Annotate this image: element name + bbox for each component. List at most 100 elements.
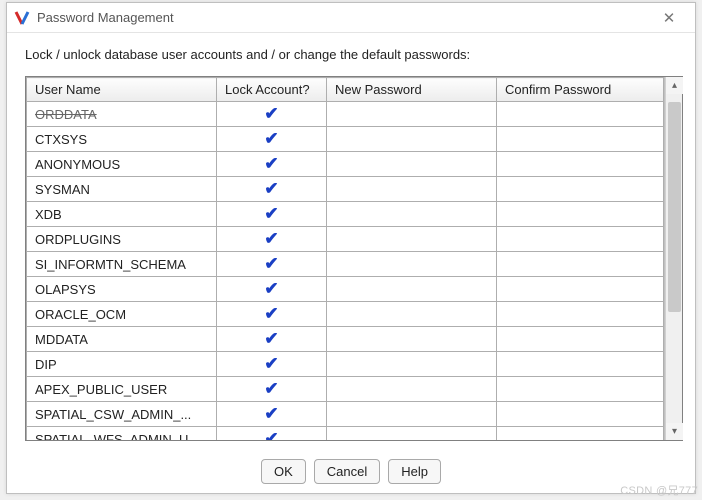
- cell-username[interactable]: SYSMAN: [27, 177, 217, 202]
- cell-username[interactable]: MDDATA: [27, 327, 217, 352]
- check-icon: ✔: [264, 107, 278, 121]
- arrow-down-icon: ▾: [672, 426, 677, 437]
- cell-username[interactable]: OLAPSYS: [27, 277, 217, 302]
- cell-confirm-password[interactable]: [497, 352, 664, 377]
- cell-lock[interactable]: ✔: [217, 402, 327, 427]
- cell-confirm-password[interactable]: [497, 177, 664, 202]
- col-newpw[interactable]: New Password: [327, 78, 497, 102]
- cell-confirm-password[interactable]: [497, 102, 664, 127]
- check-icon: ✔: [264, 332, 278, 346]
- cell-username[interactable]: ORDPLUGINS: [27, 227, 217, 252]
- check-icon: ✔: [264, 407, 278, 421]
- cell-new-password[interactable]: [327, 427, 497, 441]
- cell-new-password[interactable]: [327, 127, 497, 152]
- ok-button[interactable]: OK: [261, 459, 306, 484]
- cell-lock[interactable]: ✔: [217, 352, 327, 377]
- cell-lock[interactable]: ✔: [217, 152, 327, 177]
- cell-new-password[interactable]: [327, 302, 497, 327]
- titlebar[interactable]: Password Management ✕: [7, 3, 695, 33]
- instruction-text: Lock / unlock database user accounts and…: [7, 33, 695, 72]
- cell-username[interactable]: DIP: [27, 352, 217, 377]
- cell-new-password[interactable]: [327, 377, 497, 402]
- cell-new-password[interactable]: [327, 352, 497, 377]
- cell-confirm-password[interactable]: [497, 202, 664, 227]
- check-icon: ✔: [264, 357, 278, 371]
- table-row[interactable]: DIP ✔: [27, 352, 664, 377]
- cell-lock[interactable]: ✔: [217, 127, 327, 152]
- cell-username[interactable]: ORACLE_OCM: [27, 302, 217, 327]
- accounts-table-wrap: User Name Lock Account? New Password Con…: [25, 76, 683, 441]
- cell-new-password[interactable]: [327, 402, 497, 427]
- cell-username[interactable]: SI_INFORMTN_SCHEMA: [27, 252, 217, 277]
- check-icon: ✔: [264, 307, 278, 321]
- close-button[interactable]: ✕: [649, 4, 689, 32]
- cell-lock[interactable]: ✔: [217, 277, 327, 302]
- cell-username[interactable]: ORDDATA: [27, 102, 217, 127]
- cell-lock[interactable]: ✔: [217, 327, 327, 352]
- cell-confirm-password[interactable]: [497, 277, 664, 302]
- cell-lock[interactable]: ✔: [217, 377, 327, 402]
- cell-username[interactable]: SPATIAL_WFS_ADMIN_U...: [27, 427, 217, 441]
- cell-confirm-password[interactable]: [497, 302, 664, 327]
- cell-confirm-password[interactable]: [497, 227, 664, 252]
- table-row[interactable]: SYSMAN✔: [27, 177, 664, 202]
- password-management-dialog: Password Management ✕ Lock / unlock data…: [6, 2, 696, 494]
- scroll-thumb[interactable]: [668, 102, 681, 312]
- cell-username[interactable]: SPATIAL_CSW_ADMIN_...: [27, 402, 217, 427]
- cell-lock[interactable]: ✔: [217, 227, 327, 252]
- scroll-up-button[interactable]: ▴: [666, 77, 683, 94]
- dialog-title: Password Management: [37, 10, 649, 25]
- accounts-table: User Name Lock Account? New Password Con…: [26, 77, 664, 440]
- app-icon: [13, 9, 31, 27]
- table-row[interactable]: APEX_PUBLIC_USER✔: [27, 377, 664, 402]
- cell-new-password[interactable]: [327, 327, 497, 352]
- dialog-button-row: OK Cancel Help: [7, 441, 695, 484]
- check-icon: ✔: [264, 157, 278, 171]
- help-button[interactable]: Help: [388, 459, 441, 484]
- cell-username[interactable]: XDB: [27, 202, 217, 227]
- col-username[interactable]: User Name: [27, 78, 217, 102]
- cell-confirm-password[interactable]: [497, 402, 664, 427]
- cell-confirm-password[interactable]: [497, 152, 664, 177]
- cell-username[interactable]: ANONYMOUS: [27, 152, 217, 177]
- cell-lock[interactable]: ✔: [217, 102, 327, 127]
- cell-confirm-password[interactable]: [497, 377, 664, 402]
- table-header-row: User Name Lock Account? New Password Con…: [27, 78, 664, 102]
- cell-confirm-password[interactable]: [497, 427, 664, 441]
- watermark-text: CSDN @兄777: [620, 482, 698, 498]
- cell-username[interactable]: APEX_PUBLIC_USER: [27, 377, 217, 402]
- cell-new-password[interactable]: [327, 102, 497, 127]
- cell-new-password[interactable]: [327, 152, 497, 177]
- cell-lock[interactable]: ✔: [217, 202, 327, 227]
- table-row[interactable]: MDDATA ✔: [27, 327, 664, 352]
- cell-confirm-password[interactable]: [497, 252, 664, 277]
- cell-lock[interactable]: ✔: [217, 177, 327, 202]
- col-lock[interactable]: Lock Account?: [217, 78, 327, 102]
- cell-lock[interactable]: ✔: [217, 252, 327, 277]
- table-row[interactable]: ORDDATA ✔: [27, 102, 664, 127]
- cell-new-password[interactable]: [327, 227, 497, 252]
- cell-new-password[interactable]: [327, 252, 497, 277]
- col-confpw[interactable]: Confirm Password: [497, 78, 664, 102]
- cell-confirm-password[interactable]: [497, 127, 664, 152]
- table-row[interactable]: XDB✔: [27, 202, 664, 227]
- table-row[interactable]: ORACLE_OCM ✔: [27, 302, 664, 327]
- cell-username[interactable]: CTXSYS: [27, 127, 217, 152]
- table-row[interactable]: OLAPSYS✔: [27, 277, 664, 302]
- cell-confirm-password[interactable]: [497, 327, 664, 352]
- table-row[interactable]: CTXSYS✔: [27, 127, 664, 152]
- table-row[interactable]: SPATIAL_WFS_ADMIN_U...✔: [27, 427, 664, 441]
- check-icon: ✔: [264, 257, 278, 271]
- table-row[interactable]: ANONYMOUS ✔: [27, 152, 664, 177]
- vertical-scrollbar[interactable]: ▴ ▾: [665, 77, 682, 440]
- cell-new-password[interactable]: [327, 202, 497, 227]
- table-row[interactable]: SI_INFORMTN_SCHEMA ✔: [27, 252, 664, 277]
- table-row[interactable]: ORDPLUGINS✔: [27, 227, 664, 252]
- cell-new-password[interactable]: [327, 177, 497, 202]
- cell-lock[interactable]: ✔: [217, 427, 327, 441]
- cancel-button[interactable]: Cancel: [314, 459, 380, 484]
- cell-new-password[interactable]: [327, 277, 497, 302]
- scroll-down-button[interactable]: ▾: [666, 423, 683, 440]
- table-row[interactable]: SPATIAL_CSW_ADMIN_... ✔: [27, 402, 664, 427]
- cell-lock[interactable]: ✔: [217, 302, 327, 327]
